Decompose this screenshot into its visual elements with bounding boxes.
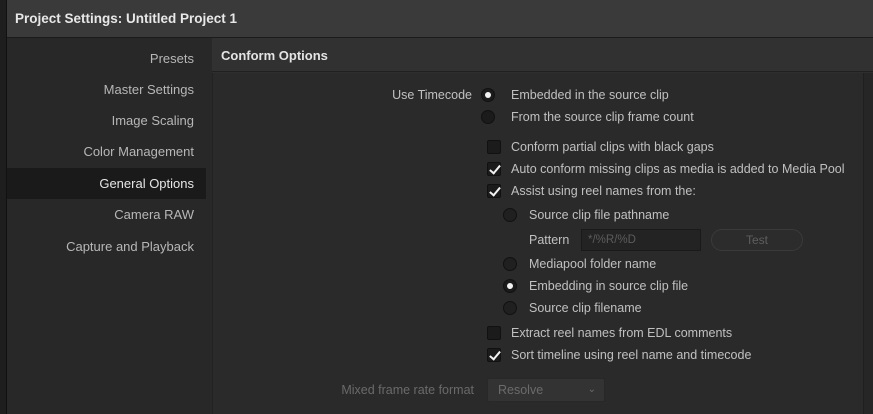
sidebar-item-color-management[interactable]: Color Management [7, 136, 206, 167]
radio-source-clip-filename[interactable] [503, 301, 517, 315]
checkbox-extract-reel-names[interactable] [487, 326, 501, 340]
checkbox-extract-reel-names-label: Extract reel names from EDL comments [511, 326, 733, 340]
sidebar-item-master-settings[interactable]: Master Settings [7, 74, 206, 105]
title-bar: Project Settings: Untitled Project 1 [7, 0, 873, 38]
pattern-label: Pattern [529, 233, 570, 247]
checkbox-conform-partial-clips-label: Conform partial clips with black gaps [511, 140, 714, 154]
settings-sidebar: Presets Master Settings Image Scaling Co… [7, 38, 212, 414]
radio-source-clip-pathname[interactable] [503, 208, 517, 222]
section-header: Conform Options [212, 38, 873, 72]
project-settings-window: Project Settings: Untitled Project 1 Pre… [6, 0, 873, 414]
radio-embedding-source-clip-file-label: Embedding in source clip file [529, 279, 689, 293]
radio-source-clip-pathname-label: Source clip file pathname [529, 208, 670, 222]
use-timecode-label: Use Timecode [392, 88, 472, 102]
sidebar-item-capture-and-playback[interactable]: Capture and Playback [7, 231, 206, 262]
sidebar-item-camera-raw[interactable]: Camera RAW [7, 199, 206, 230]
checkbox-auto-conform-label: Auto conform missing clips as media is a… [511, 162, 845, 176]
checkbox-auto-conform[interactable] [487, 162, 501, 176]
sidebar-item-image-scaling[interactable]: Image Scaling [7, 105, 206, 136]
radio-mediapool-folder-name[interactable] [503, 257, 517, 271]
sidebar-item-presets[interactable]: Presets [7, 43, 206, 74]
radio-source-frame-count-label: From the source clip frame count [511, 110, 694, 124]
sidebar-item-general-options[interactable]: General Options [7, 168, 206, 199]
test-button[interactable]: Test [711, 229, 803, 251]
settings-content: Conform Options Use Timecode Embedded in… [212, 38, 873, 414]
window-title: Project Settings: Untitled Project 1 [15, 11, 238, 26]
radio-source-frame-count[interactable] [481, 110, 495, 124]
mixed-frame-rate-label: Mixed frame rate format [341, 383, 474, 397]
chevron-down-icon: ⌄ [587, 384, 596, 395]
radio-mediapool-folder-name-label: Mediapool folder name [529, 257, 657, 271]
mixed-frame-rate-select[interactable]: Resolve ⌄ [487, 378, 605, 402]
checkbox-assist-reel-names[interactable] [487, 184, 501, 198]
pattern-input[interactable]: */%R/%D [581, 229, 701, 251]
checkbox-sort-timeline-label: Sort timeline using reel name and timeco… [511, 348, 752, 362]
radio-embedded-source-clip-label: Embedded in the source clip [511, 88, 669, 102]
checkbox-sort-timeline[interactable] [487, 348, 501, 362]
mixed-frame-rate-value: Resolve [498, 383, 544, 397]
radio-embedded-source-clip[interactable] [481, 88, 495, 102]
vertical-scrollbar[interactable] [863, 73, 873, 414]
radio-embedding-source-clip-file[interactable] [503, 279, 517, 293]
radio-source-clip-filename-label: Source clip filename [529, 301, 642, 315]
section-title: Conform Options [221, 48, 328, 63]
checkbox-assist-reel-names-label: Assist using reel names from the: [511, 184, 696, 198]
checkbox-conform-partial-clips[interactable] [487, 140, 501, 154]
